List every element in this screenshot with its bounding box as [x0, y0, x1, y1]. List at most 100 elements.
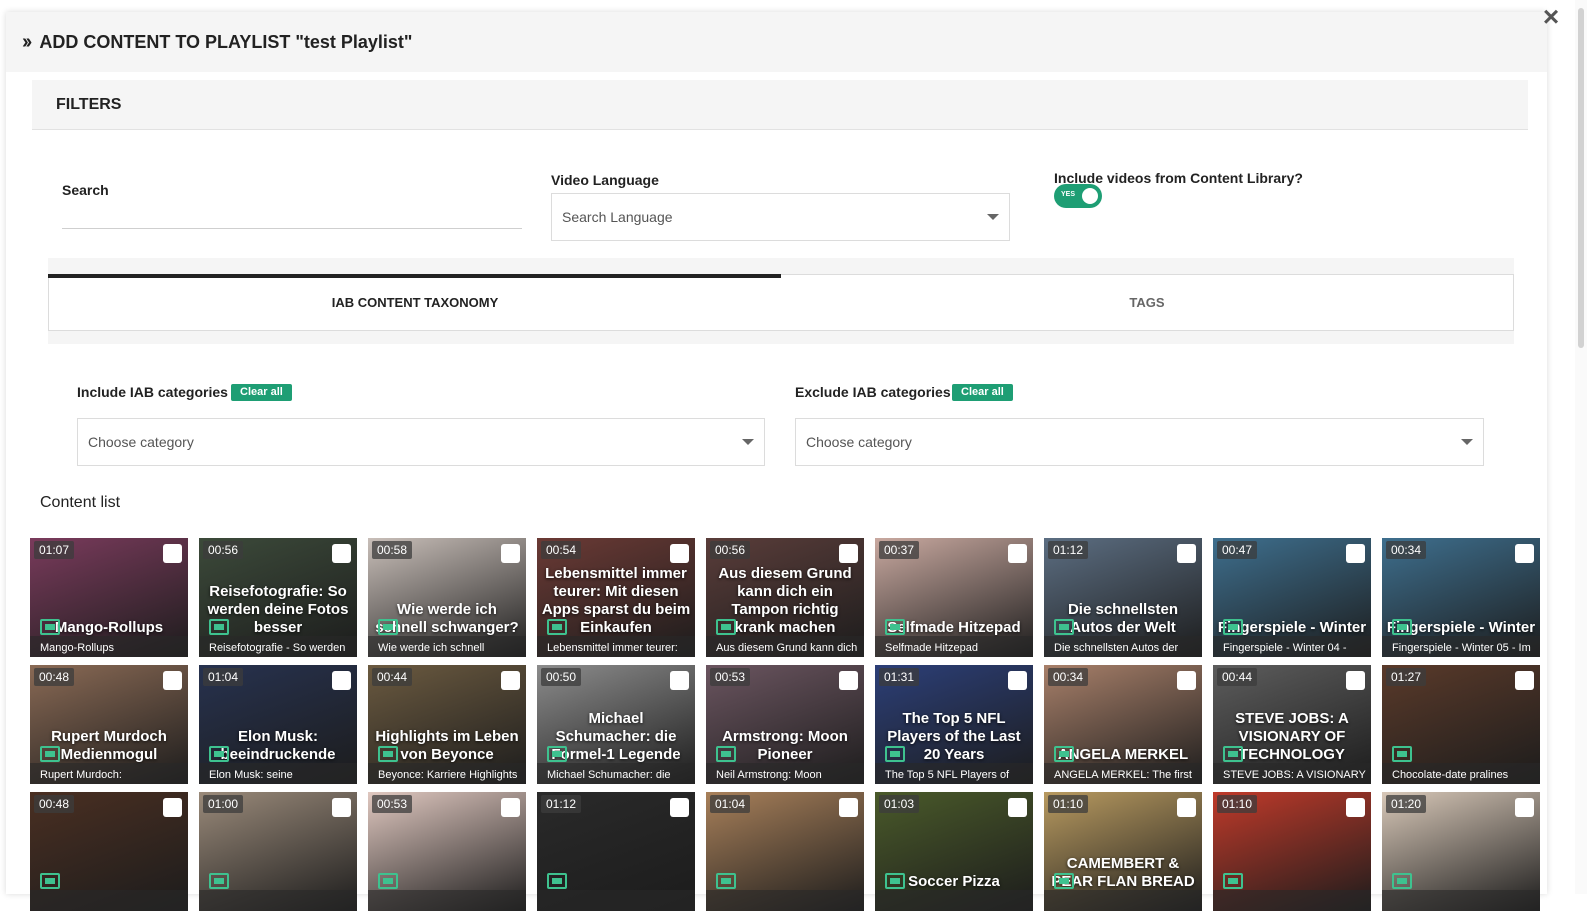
tile-duration: 00:37: [879, 541, 920, 559]
tile-checkbox[interactable]: [163, 544, 182, 563]
content-tile[interactable]: ANGELA MERKEL 00:34 ANGELA MERKEL: The fir…: [1044, 665, 1202, 784]
content-tile[interactable]: 00:48: [30, 792, 188, 911]
tile-title-bar: [368, 890, 526, 911]
tile-checkbox[interactable]: [1177, 671, 1196, 690]
film-icon: [40, 746, 60, 762]
content-tile[interactable]: Lebensmittel immer teurer: Mit diesen Ap…: [537, 538, 695, 657]
film-icon: [547, 873, 567, 889]
tile-title-bar: [537, 890, 695, 911]
content-tile[interactable]: 01:10: [1213, 792, 1371, 911]
tile-checkbox[interactable]: [839, 671, 858, 690]
tile-checkbox[interactable]: [332, 671, 351, 690]
content-tile[interactable]: Armstrong: Moon Pioneer 00:53 Neil Armstro…: [706, 665, 864, 784]
film-icon: [209, 619, 229, 635]
scrollbar[interactable]: [1575, 0, 1587, 894]
tile-duration: 00:34: [1048, 668, 1089, 686]
tile-duration: 00:50: [541, 668, 582, 686]
tile-duration: 00:53: [710, 668, 751, 686]
search-label: Search: [62, 182, 109, 198]
filters-header: FILTERS: [32, 80, 1528, 130]
exclude-clear-all-button[interactable]: Clear all: [952, 384, 1013, 401]
content-tile[interactable]: Wie werde ich schnell schwanger? 00:58 Wie…: [368, 538, 526, 657]
tile-checkbox[interactable]: [163, 671, 182, 690]
include-clear-all-button[interactable]: Clear all: [231, 384, 292, 401]
content-library-toggle[interactable]: YES: [1054, 184, 1102, 208]
tile-checkbox[interactable]: [1346, 798, 1365, 817]
content-tile[interactable]: Highlights im Leben von Beyonce 00:44 Beyo…: [368, 665, 526, 784]
content-tile[interactable]: Fingerspiele - Winter 00:34 Fingerspiele -…: [1382, 538, 1540, 657]
tile-checkbox[interactable]: [839, 544, 858, 563]
content-tile[interactable]: 00:53: [368, 792, 526, 911]
tile-checkbox[interactable]: [501, 671, 520, 690]
tile-checkbox[interactable]: [670, 798, 689, 817]
content-tile[interactable]: Fingerspiele - Winter 00:47 Fingerspiele -…: [1213, 538, 1371, 657]
content-tile[interactable]: 01:12: [537, 792, 695, 911]
content-tile[interactable]: Rupert Murdoch Medienmogul 00:48 Rupert Mu…: [30, 665, 188, 784]
tile-checkbox[interactable]: [1008, 671, 1027, 690]
content-tile[interactable]: Soccer Pizza 01:03: [875, 792, 1033, 911]
tile-title: STEVE JOBS: A VISIONARY: [1223, 769, 1366, 781]
tile-checkbox[interactable]: [1008, 798, 1027, 817]
filters-heading: FILTERS: [56, 95, 122, 113]
video-language-select[interactable]: Search Language: [551, 193, 1010, 241]
tile-checkbox[interactable]: [501, 798, 520, 817]
tile-checkbox[interactable]: [163, 798, 182, 817]
tile-checkbox[interactable]: [670, 544, 689, 563]
tab-tags[interactable]: TAGS: [781, 275, 1513, 330]
content-tile[interactable]: 01:04: [706, 792, 864, 911]
content-tile[interactable]: STEVE JOBS: A VISIONARY OF TECHNOLOGY 00:…: [1213, 665, 1371, 784]
content-tile[interactable]: CAMEMBERT & PEAR FLAN BREAD 01:10: [1044, 792, 1202, 911]
tile-title-bar: [1382, 890, 1540, 911]
tile-title: Fingerspiele - Winter 04 -: [1223, 642, 1347, 654]
tile-duration: 00:48: [34, 668, 75, 686]
content-tile[interactable]: 01:20: [1382, 792, 1540, 911]
search-input[interactable]: [62, 228, 522, 229]
content-tile[interactable]: Selfmade Hitzepad 00:37 Selfmade Hitzepad: [875, 538, 1033, 657]
content-tile[interactable]: 01:27 Chocolate-date pralines: [1382, 665, 1540, 784]
tile-checkbox[interactable]: [501, 544, 520, 563]
content-tile[interactable]: Michael Schumacher: die Formel-1 Legende…: [537, 665, 695, 784]
tile-checkbox[interactable]: [1177, 798, 1196, 817]
tile-checkbox[interactable]: [839, 798, 858, 817]
toggle-text: YES: [1061, 191, 1076, 198]
tile-duration: 01:12: [541, 795, 582, 813]
content-tile[interactable]: Mango-Rollups 01:07 Mango-Rollups: [30, 538, 188, 657]
content-tile[interactable]: Elon Musk: beeindruckende 01:04 Elon Musk:…: [199, 665, 357, 784]
tab-iab-content-taxonomy[interactable]: IAB CONTENT TAXONOMY: [48, 274, 781, 330]
tile-checkbox[interactable]: [1515, 798, 1534, 817]
tile-duration: 01:12: [1048, 541, 1089, 559]
include-category-select[interactable]: Choose category: [77, 418, 765, 466]
tile-checkbox[interactable]: [332, 798, 351, 817]
content-tile[interactable]: The Top 5 NFL Players of the Last 20 Yea…: [875, 665, 1033, 784]
tile-title: Selfmade Hitzepad: [885, 642, 978, 654]
content-tile[interactable]: 01:00: [199, 792, 357, 911]
tile-checkbox[interactable]: [1515, 671, 1534, 690]
content-tile[interactable]: Aus diesem Grund kann dich ein Tampon ri…: [706, 538, 864, 657]
video-language-placeholder: Search Language: [562, 209, 673, 225]
tile-title: Michael Schumacher: die: [547, 769, 671, 781]
tile-title: ANGELA MERKEL: The first: [1054, 769, 1192, 781]
content-tile[interactable]: Die schnellsten Autos der Welt 01:12 Die s…: [1044, 538, 1202, 657]
chevron-down-icon: [987, 214, 999, 220]
tile-title-bar: [875, 890, 1033, 911]
tile-checkbox[interactable]: [1346, 671, 1365, 690]
tile-checkbox[interactable]: [332, 544, 351, 563]
scrollbar-thumb[interactable]: [1578, 8, 1584, 348]
tile-checkbox[interactable]: [1515, 544, 1534, 563]
toggle-knob: [1082, 188, 1098, 204]
film-icon: [1392, 873, 1412, 889]
tile-duration: 00:56: [710, 541, 751, 559]
tile-title: Elon Musk: seine: [209, 769, 293, 781]
exclude-category-select[interactable]: Choose category: [795, 418, 1484, 466]
tile-checkbox[interactable]: [1177, 544, 1196, 563]
tile-checkbox[interactable]: [670, 671, 689, 690]
tile-duration: 00:56: [203, 541, 244, 559]
exclude-category-placeholder: Choose category: [806, 434, 912, 450]
tile-duration: 01:03: [879, 795, 920, 813]
tile-checkbox[interactable]: [1008, 544, 1027, 563]
film-icon: [885, 873, 905, 889]
tile-checkbox[interactable]: [1346, 544, 1365, 563]
close-icon[interactable]: ×: [1540, 3, 1562, 31]
content-tile[interactable]: Reisefotografie: So werden deine Fotos b…: [199, 538, 357, 657]
tile-duration: 01:10: [1048, 795, 1089, 813]
